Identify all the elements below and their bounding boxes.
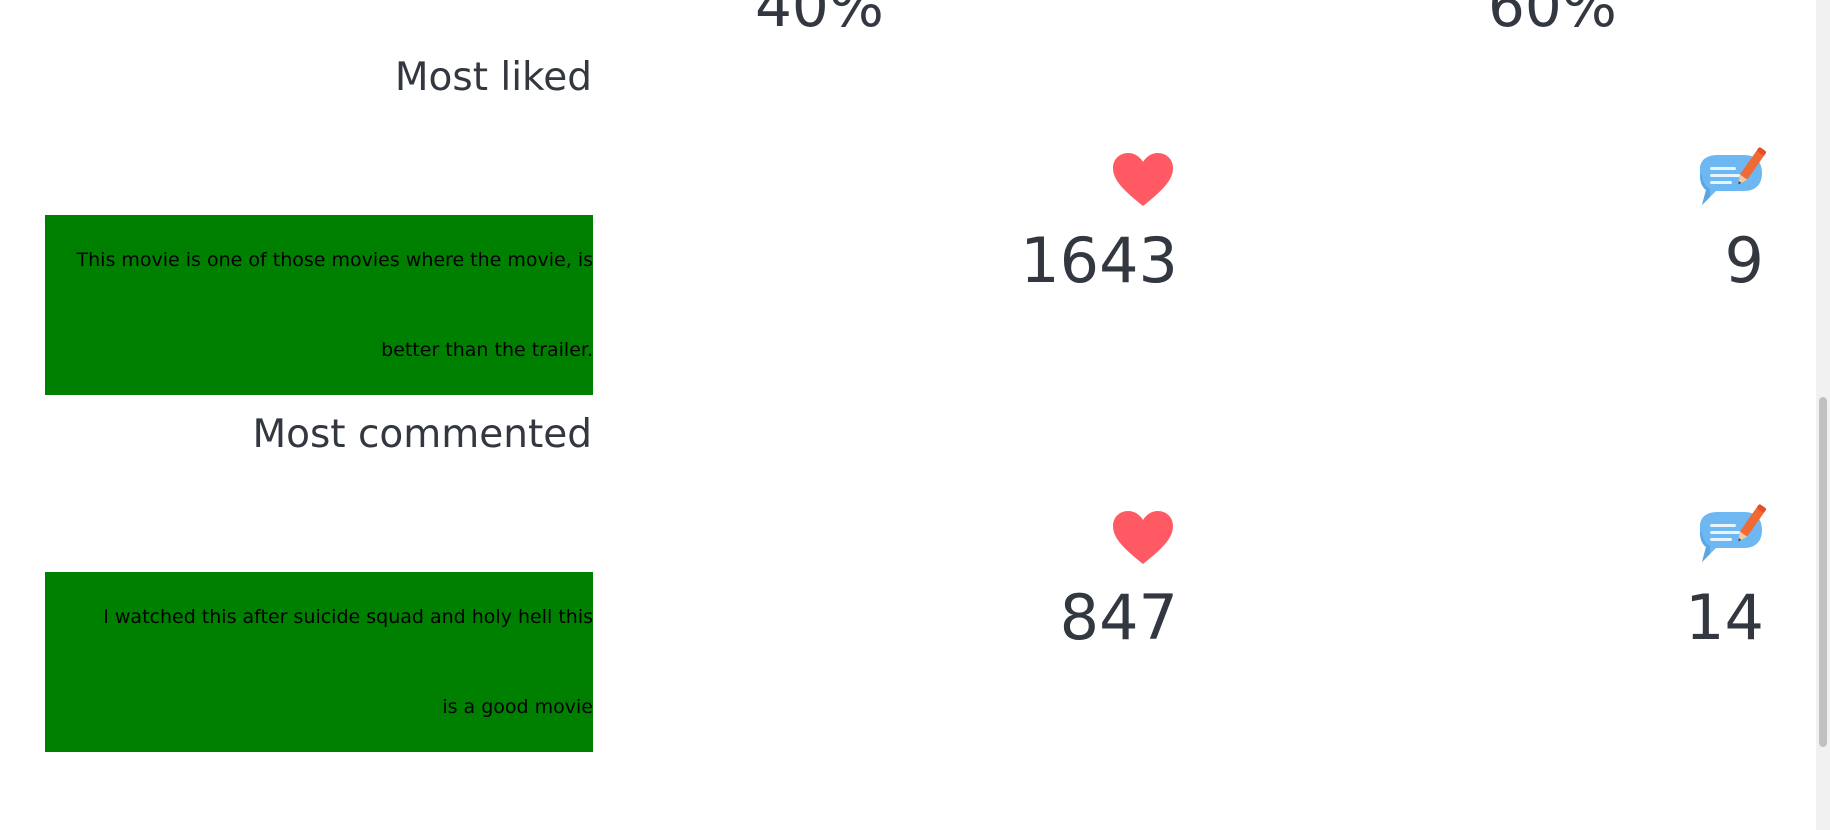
likes-count: 1643	[1020, 224, 1178, 297]
post-text-line: better than the trailer.	[381, 339, 593, 361]
post-text-line: I watched this after suicide squad and h…	[103, 606, 593, 628]
comments-count: 9	[1724, 224, 1764, 297]
post-card-most-liked[interactable]: This movie is one of those movies where …	[45, 215, 593, 395]
comment-pencil-icon	[1700, 504, 1766, 562]
comments-count: 14	[1685, 581, 1764, 654]
stats-page: 40% 60% Most liked This movie is one of …	[0, 0, 1830, 830]
heart-icon	[1113, 153, 1173, 206]
vertical-scrollbar[interactable]	[1816, 0, 1830, 830]
post-text-line: is a good movie	[442, 696, 593, 718]
section-title-most-liked: Most liked	[394, 55, 592, 100]
comment-pencil-icon	[1700, 147, 1766, 205]
percentage-right: 60%	[1488, 0, 1617, 40]
post-card-most-commented[interactable]: I watched this after suicide squad and h…	[45, 572, 593, 752]
post-text-line: This movie is one of those movies where …	[76, 249, 593, 271]
likes-count: 847	[1059, 581, 1178, 654]
scrollbar-thumb[interactable]	[1819, 397, 1827, 747]
section-title-most-commented: Most commented	[252, 412, 592, 457]
percentage-left: 40%	[755, 0, 884, 40]
heart-icon	[1113, 511, 1173, 564]
